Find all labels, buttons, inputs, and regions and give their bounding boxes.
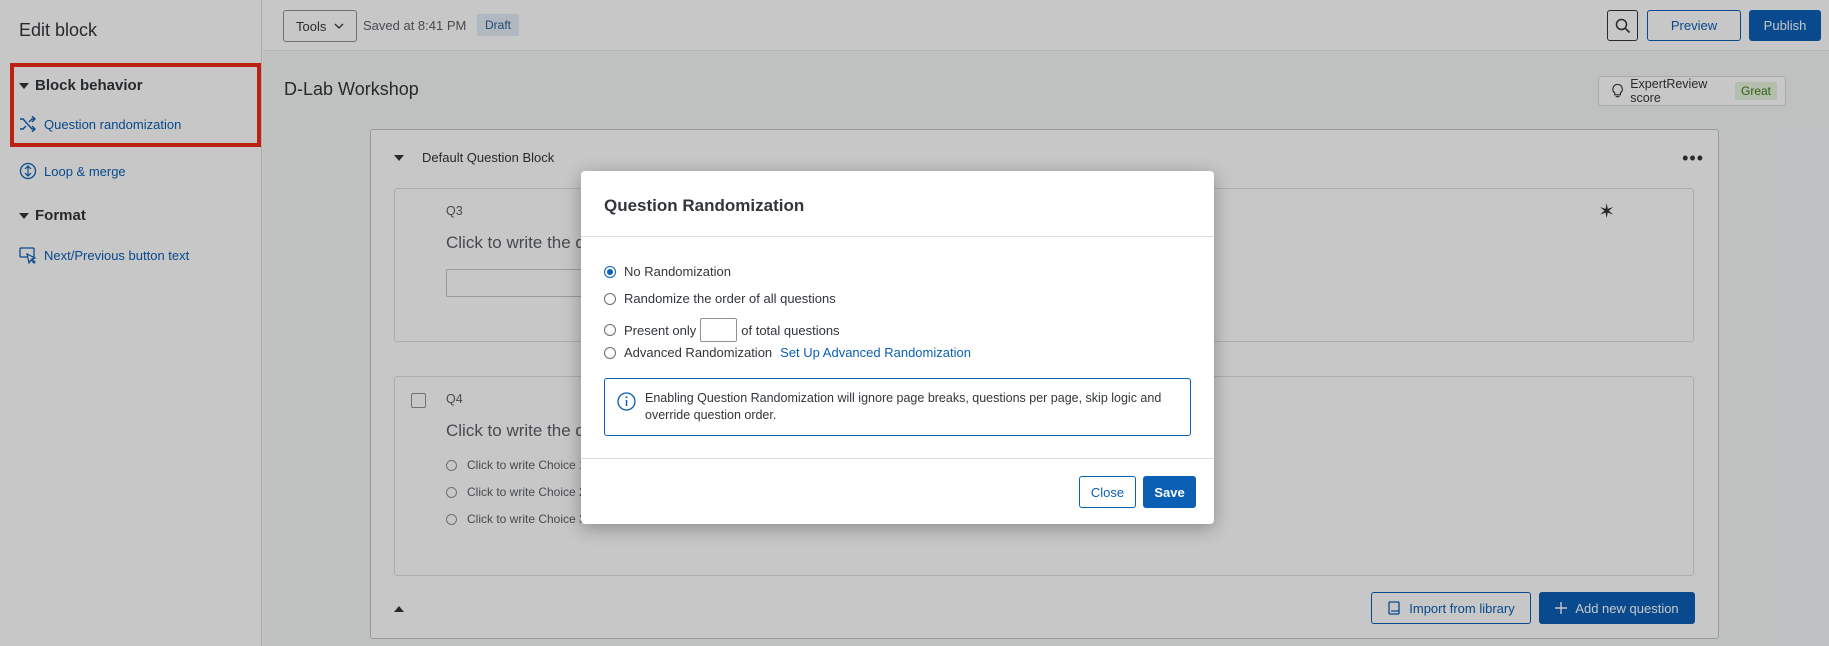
divider: [581, 236, 1214, 237]
close-button[interactable]: Close: [1079, 476, 1136, 508]
option-label-suffix: of total questions: [741, 322, 840, 338]
present-only-option[interactable]: Present only of total questions: [604, 318, 840, 342]
info-text: Enabling Question Randomization will ign…: [645, 391, 1162, 422]
dialog-title: Question Randomization: [604, 196, 805, 215]
divider: [581, 458, 1214, 459]
info-icon: [617, 392, 636, 411]
option-label: No Randomization: [624, 264, 731, 279]
setup-advanced-randomization-link[interactable]: Set Up Advanced Randomization: [780, 345, 971, 360]
radio-selected-icon[interactable]: [604, 265, 616, 278]
no-randomization-option[interactable]: No Randomization: [604, 264, 731, 279]
advanced-randomization-option[interactable]: Advanced Randomization Set Up Advanced R…: [604, 345, 971, 360]
info-notice: Enabling Question Randomization will ign…: [604, 378, 1191, 436]
randomize-all-option[interactable]: Randomize the order of all questions: [604, 291, 836, 306]
save-button[interactable]: Save: [1143, 476, 1196, 508]
radio-icon[interactable]: [604, 346, 616, 359]
question-count-input[interactable]: [700, 318, 738, 342]
radio-icon[interactable]: [604, 324, 616, 336]
option-label: Randomize the order of all questions: [624, 291, 836, 306]
question-randomization-dialog: Question Randomization No Randomization …: [581, 171, 1214, 524]
option-label: Advanced Randomization: [624, 345, 773, 360]
radio-icon[interactable]: [604, 292, 616, 305]
option-label: Present only: [624, 322, 697, 338]
